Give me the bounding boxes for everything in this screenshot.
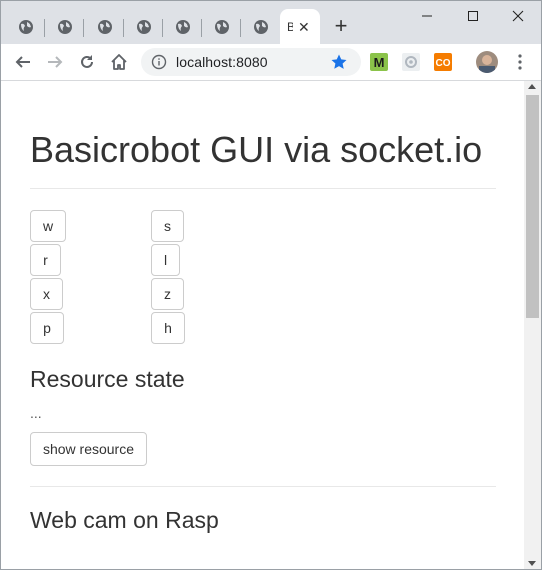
cmd-button-l[interactable]: l [151,244,180,276]
back-button[interactable] [11,50,35,74]
close-icon [512,10,524,22]
vertical-scrollbar[interactable] [524,81,541,569]
arrow-left-icon [15,56,30,68]
bookmark-star-icon[interactable] [330,53,348,71]
globe-icon [57,19,72,34]
tab-7[interactable] [241,9,280,44]
globe-icon [97,19,112,34]
maximize-button[interactable] [450,1,496,31]
tab-1[interactable] [6,9,45,44]
webcam-heading: Web cam on Rasp [30,507,219,533]
divider [30,486,496,487]
cmd-button-s[interactable]: s [151,210,184,242]
tab-3[interactable] [85,9,124,44]
menu-button[interactable] [508,50,532,74]
globe-icon [253,19,268,34]
cmd-button-w[interactable]: w [30,210,66,242]
page-title: Basicrobot GUI via socket.io [30,129,483,170]
arrow-right-icon [48,56,63,68]
profile-avatar[interactable] [475,50,499,74]
forward-button[interactable] [43,50,67,74]
active-tab-title: B [287,20,293,34]
tab-6[interactable] [202,9,241,44]
browser-toolbar: localhost:8080 M CO [1,44,541,81]
browser-window: B ✕ + localhost:8080 M [0,0,542,570]
maximize-icon [468,11,478,21]
cmd-button-p[interactable]: p [30,312,64,344]
globe-icon [214,19,229,34]
info-icon[interactable] [151,54,167,70]
scroll-down-icon[interactable] [528,561,536,566]
tab-2[interactable] [45,9,84,44]
resource-state-value: ... [30,405,42,421]
new-tab-button[interactable]: + [329,15,353,39]
home-icon [111,54,127,70]
minimize-icon [422,15,432,17]
close-window-button[interactable] [495,1,541,31]
tab-5[interactable] [163,9,202,44]
cmd-button-x[interactable]: x [30,278,63,310]
svg-text:CO: CO [436,58,451,69]
tab-active[interactable]: B ✕ [280,9,320,44]
address-text[interactable]: localhost:8080 [176,54,268,70]
more-vert-icon [518,54,522,70]
show-resource-button[interactable]: show resource [30,432,147,466]
scroll-thumb[interactable] [526,95,539,318]
page-content: Basicrobot GUI via socket.io w r x p s l… [1,81,525,569]
address-bar[interactable]: localhost:8080 [141,48,361,76]
globe-icon [175,19,190,34]
resource-heading: Resource state [30,366,185,392]
cmd-button-h[interactable]: h [151,312,185,344]
scroll-up-icon[interactable] [528,84,536,89]
tab-strip: B ✕ + [1,1,541,44]
divider [30,188,496,189]
tab-close-icon[interactable]: ✕ [298,20,310,34]
reload-button[interactable] [75,50,99,74]
extension-co-icon[interactable]: CO [434,53,452,71]
globe-icon [18,19,33,34]
svg-text:M: M [374,55,385,70]
extension-gear-icon[interactable] [402,53,420,71]
cmd-button-z[interactable]: z [151,278,184,310]
avatar-icon [476,51,498,73]
cmd-button-r[interactable]: r [30,244,61,276]
minimize-button[interactable] [404,1,450,31]
globe-icon [136,19,151,34]
home-button[interactable] [107,50,131,74]
reload-icon [81,55,93,68]
tab-4[interactable] [124,9,163,44]
extension-m-icon[interactable]: M [370,53,388,71]
